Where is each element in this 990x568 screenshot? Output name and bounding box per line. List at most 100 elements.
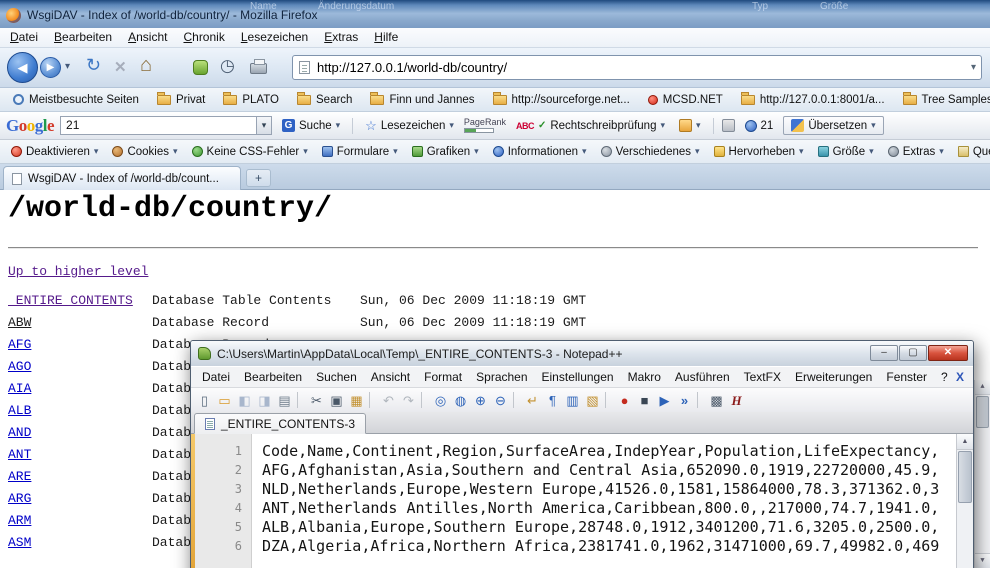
cut-icon[interactable]: ✂ [307, 391, 326, 410]
dropdown-icon[interactable]: ▾ [695, 146, 700, 157]
close-button[interactable]: ✕ [928, 345, 968, 361]
entry-link[interactable]: ARM [8, 510, 31, 532]
dropdown-icon[interactable]: ▾ [336, 120, 341, 131]
play-macro-icon[interactable]: ▶ [655, 391, 674, 410]
dropdown-icon[interactable]: ▾ [582, 146, 587, 157]
webdev-item[interactable]: Informationen ▾ [486, 146, 594, 158]
bookmark-item[interactable]: PLATO [214, 94, 288, 106]
zoom-out-icon[interactable]: ⊖ [491, 391, 510, 410]
dropdown-icon[interactable]: ▾ [474, 146, 479, 157]
scrollbar-thumb[interactable] [958, 451, 972, 503]
entry-link[interactable]: ARE [8, 466, 31, 488]
search-count[interactable]: 21 [741, 119, 778, 133]
scroll-down-icon[interactable]: ▼ [975, 553, 990, 568]
entry-link[interactable]: ASM [8, 532, 31, 554]
dropdown-icon[interactable]: ▾ [173, 146, 178, 157]
show-symbols-icon[interactable]: ¶ [543, 391, 562, 410]
notepad-titlebar[interactable]: C:\Users\Martin\AppData\Local\Temp\_ENTI… [191, 341, 973, 366]
new-file-icon[interactable]: ▯ [195, 391, 214, 410]
webdev-item[interactable]: Formulare ▾ [315, 146, 405, 158]
dropdown-icon[interactable]: ▾ [660, 120, 665, 131]
entry-link[interactable]: ARG [8, 488, 31, 510]
dropdown-icon[interactable]: ▾ [393, 146, 398, 157]
menu-item[interactable]: Sprachen [469, 370, 534, 384]
google-search-button[interactable]: G Suche ▾ [278, 118, 344, 133]
bookmark-item[interactable]: Search [288, 94, 361, 106]
webdev-item[interactable]: Verschiedenes ▾ [594, 146, 707, 158]
function-list-icon[interactable]: ▩ [707, 391, 726, 410]
location-dropdown-icon[interactable]: ▾ [971, 56, 976, 79]
menu-item[interactable]: Chronik [175, 28, 232, 47]
editor-scrollbar[interactable]: ▲ [956, 434, 973, 568]
menu-item[interactable]: ? [934, 370, 955, 384]
save-icon[interactable]: ◧ [235, 391, 254, 410]
bookmark-item[interactable]: http://sourceforge.net... [484, 94, 639, 106]
webdev-item[interactable]: Hervorheben ▾ [707, 146, 811, 158]
location-bar[interactable]: http://127.0.0.1/world-db/country/ ▾ [292, 55, 982, 80]
bookmark-item[interactable]: http://127.0.0.1:8001/a... [732, 94, 894, 106]
stop-icon[interactable]: ✕ [114, 58, 127, 76]
entry-link[interactable]: ABW [8, 312, 31, 334]
new-tab-button[interactable]: + [246, 169, 271, 187]
menu-item[interactable]: Extras [316, 28, 366, 47]
maximize-button[interactable]: ▢ [899, 345, 927, 361]
dropdown-icon[interactable]: ▾ [939, 146, 944, 157]
dropdown-icon[interactable]: ▾ [869, 146, 874, 157]
menu-item[interactable]: Datei [195, 370, 237, 384]
browser-scrollbar[interactable]: ▲ ▼ [974, 380, 990, 568]
scrollbar-thumb[interactable] [976, 396, 989, 428]
entry-link[interactable]: ANT [8, 444, 31, 466]
menu-item[interactable]: TextFX [737, 370, 788, 384]
dropdown-icon[interactable]: ▾ [94, 146, 99, 157]
document-tab[interactable]: _ENTIRE_CONTENTS-3 [194, 413, 366, 434]
menu-item[interactable]: Makro [621, 370, 668, 384]
webdev-item[interactable]: Grafiken ▾ [405, 146, 486, 158]
menu-item[interactable]: Ansicht [364, 370, 417, 384]
home-icon[interactable]: ⌂ [140, 54, 152, 77]
entry-link[interactable]: AFG [8, 334, 31, 356]
menu-item[interactable]: Erweiterungen [788, 370, 879, 384]
back-button[interactable]: ◀ [7, 52, 38, 83]
google-search-input[interactable]: 21 ▾ [60, 116, 272, 135]
forward-button[interactable]: ▶ [40, 57, 61, 78]
open-folder-icon[interactable]: ▭ [215, 391, 234, 410]
highlighter-icon[interactable] [722, 119, 735, 132]
reload-icon[interactable]: ↻ [86, 55, 101, 76]
run-macro-multiple-icon[interactable]: » [675, 391, 694, 410]
menu-item[interactable]: Suchen [309, 370, 364, 384]
minimize-button[interactable]: – [870, 345, 898, 361]
undo-icon[interactable]: ↶ [379, 391, 398, 410]
webdev-item[interactable]: Extras ▾ [881, 146, 951, 158]
doc-map-icon[interactable]: ▧ [583, 391, 602, 410]
paste-icon[interactable]: ▦ [347, 391, 366, 410]
url-text[interactable]: http://127.0.0.1/world-db/country/ [317, 56, 507, 79]
print-icon[interactable]: ▤ [275, 391, 294, 410]
print-icon[interactable] [250, 63, 267, 74]
menu-item[interactable]: Hilfe [366, 28, 406, 47]
spellcheck-button[interactable]: ABC ✓ Rechtschreibprüfung ▾ [512, 119, 669, 133]
webdev-item[interactable]: Quelltext ▾ [951, 146, 990, 158]
translate-button[interactable]: Übersetzen ▾ [783, 116, 883, 135]
text-editor[interactable]: Code,Name,Continent,Region,SurfaceArea,I… [252, 434, 956, 568]
entry-link[interactable]: AIA [8, 378, 31, 400]
history-clock-icon[interactable]: ◷ [220, 56, 235, 76]
bookmark-item[interactable]: Meistbesuchte Seiten [4, 94, 148, 106]
pagerank-indicator[interactable]: PageRank [464, 118, 506, 133]
entry-link[interactable]: AND [8, 422, 31, 444]
bookmark-item[interactable]: Tree Samples [894, 94, 990, 106]
bookmark-item[interactable]: Privat [148, 94, 214, 106]
bookmark-item[interactable]: MCSD.NET [639, 94, 732, 106]
zoom-in-icon[interactable]: ⊕ [471, 391, 490, 410]
record-macro-icon[interactable]: ● [615, 391, 634, 410]
bookmarks-button[interactable]: ☆ Lesezeichen ▾ [361, 117, 458, 135]
webdev-item[interactable]: Keine CSS-Fehler ▾ [185, 146, 315, 158]
dropdown-icon[interactable]: ▾ [799, 146, 804, 157]
autofill-button[interactable]: ▾ [675, 118, 705, 133]
copy-icon[interactable]: ▣ [327, 391, 346, 410]
dropdown-icon[interactable]: ▾ [871, 120, 876, 131]
stop-macro-icon[interactable]: ■ [635, 391, 654, 410]
tab-wsgidav[interactable]: WsgiDAV - Index of /world-db/count... [3, 166, 241, 190]
menu-item[interactable]: Bearbeiten [237, 370, 309, 384]
webdev-item[interactable]: Cookies ▾ [105, 146, 184, 158]
search-dropdown-icon[interactable]: ▾ [256, 117, 271, 134]
